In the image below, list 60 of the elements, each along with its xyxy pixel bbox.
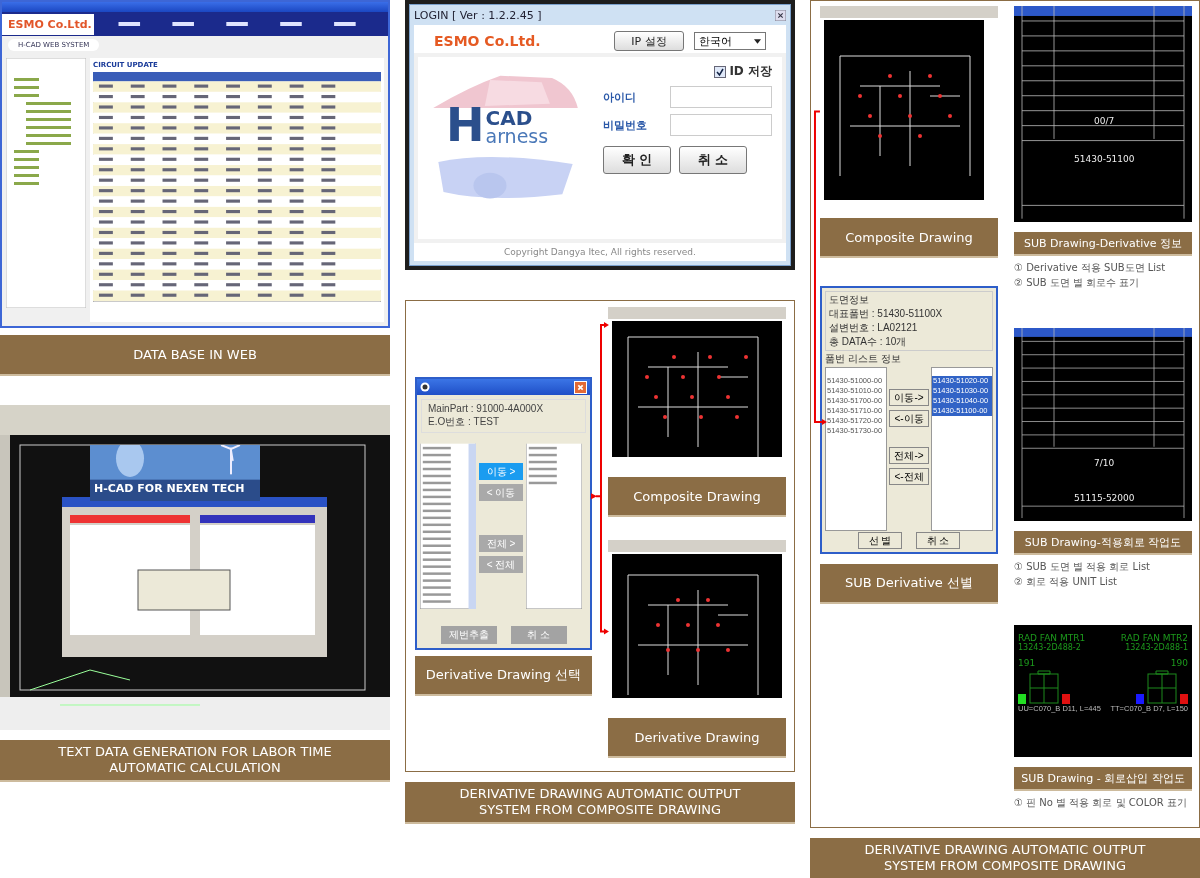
caption-bar: SUB Drawing - 회로삽입 작업도	[1014, 767, 1192, 789]
info-text: E.O번호 : TEST	[428, 415, 501, 429]
checkbox-label: ID 저장	[729, 63, 772, 80]
field-label: 비밀번호	[603, 117, 647, 133]
language-select[interactable]: 한국어	[694, 32, 766, 50]
caption-bar: SUB Derivative 선별	[820, 564, 998, 602]
info-text: 대표품번 : 51430-51100X	[829, 307, 944, 321]
dialog-button[interactable]: 취 소	[916, 532, 960, 549]
caret-icon	[754, 38, 761, 44]
banner-title: H-CAD FOR NEXEN TECH	[94, 482, 245, 495]
caption-bar: Composite Drawing	[608, 477, 786, 515]
caption-bar: SUB Drawing-적용회로 작업도	[1014, 531, 1192, 553]
move-button[interactable]: <-전체	[889, 468, 929, 485]
checkbox[interactable]	[714, 65, 727, 78]
info-text: MainPart : 91000-4A000X	[428, 403, 545, 414]
connector-name: RAD FAN MTR1	[1018, 633, 1087, 643]
company-logo: ESMO Co.Ltd.	[2, 13, 94, 35]
move-button[interactable]: 이동->	[889, 389, 929, 406]
connector-number: 191	[1018, 658, 1037, 668]
ip-settings-button[interactable]: IP 설정	[614, 31, 684, 51]
app-icon	[420, 382, 430, 392]
close-icon[interactable]	[775, 9, 786, 21]
part-number: 51430-51100	[1074, 154, 1135, 164]
input-field[interactable]	[670, 114, 772, 136]
info-text: 설변번호 : LA02121	[829, 321, 919, 335]
copyright-text: Copyright Dangya Itec, All rights reserved.	[414, 243, 786, 261]
note-text: ② 회로 적용 UNIT List	[1014, 575, 1119, 589]
connector-housing-icon	[1029, 670, 1059, 704]
note-text: ① Derivative 적용 SUB도면 List	[1014, 261, 1167, 275]
sheet-number: 7/10	[1094, 458, 1115, 468]
field-label: 아이디	[603, 89, 636, 105]
caption-bar: Composite Drawing	[820, 218, 998, 256]
group-title: 품번 리스트 정보	[825, 352, 902, 366]
note-text: ② SUB 도면 별 회로수 표기	[1014, 276, 1141, 290]
dialog-title: LOGIN [ Ver : 1.2.2.45 ]	[414, 8, 542, 22]
connector-part-number: 13243-2D488-2	[1018, 643, 1082, 652]
move-button[interactable]: 전체->	[889, 447, 929, 464]
connector-housing-icon	[1147, 670, 1177, 704]
caption-bar: Derivative Drawing 선택	[415, 656, 592, 694]
input-field[interactable]	[670, 86, 772, 108]
connector-number: 190	[1170, 658, 1188, 668]
group-title: 도면정보	[829, 293, 870, 307]
caption-bar: Derivative Drawing	[608, 718, 786, 756]
caption-bar: DERIVATIVE DRAWING AUTOMATIC OUTPUT SYSTEM FROM COMPOSITE DRAWING	[810, 838, 1200, 878]
part-number: 51115-52000	[1074, 493, 1135, 503]
note-text: ① 핀 No 별 적용 회로 및 COLOR 표기	[1014, 796, 1188, 810]
connector-part-number: 13243-2D488-1	[1125, 643, 1188, 652]
caption-bar: DATA BASE IN WEB	[0, 335, 390, 374]
dialog-button[interactable]: 확 인	[603, 146, 671, 174]
connector-name: RAD FAN MTR2	[1120, 633, 1188, 643]
caption-bar: TEXT DATA GENERATION FOR LABOR TIME AUTOMATIC CALCULATION	[0, 740, 390, 780]
dialog-button[interactable]: 선 별	[858, 532, 902, 549]
move-button[interactable]: <-이동	[889, 410, 929, 427]
dialog-button[interactable]: 취 소	[679, 146, 747, 174]
caption-bar: SUB Drawing-Derivative 정보	[1014, 232, 1192, 254]
caption-bar: DERIVATIVE DRAWING AUTOMATIC OUTPUT SYSTEM FROM COMPOSITE DRAWING	[405, 782, 795, 822]
info-text: 총 DATA수 : 10개	[829, 335, 908, 349]
note-text: ① SUB 도면 별 적용 회로 List	[1014, 560, 1152, 574]
company-logo: ESMO Co.Ltd.	[434, 33, 542, 49]
sheet-number: 00/7	[1094, 116, 1115, 126]
